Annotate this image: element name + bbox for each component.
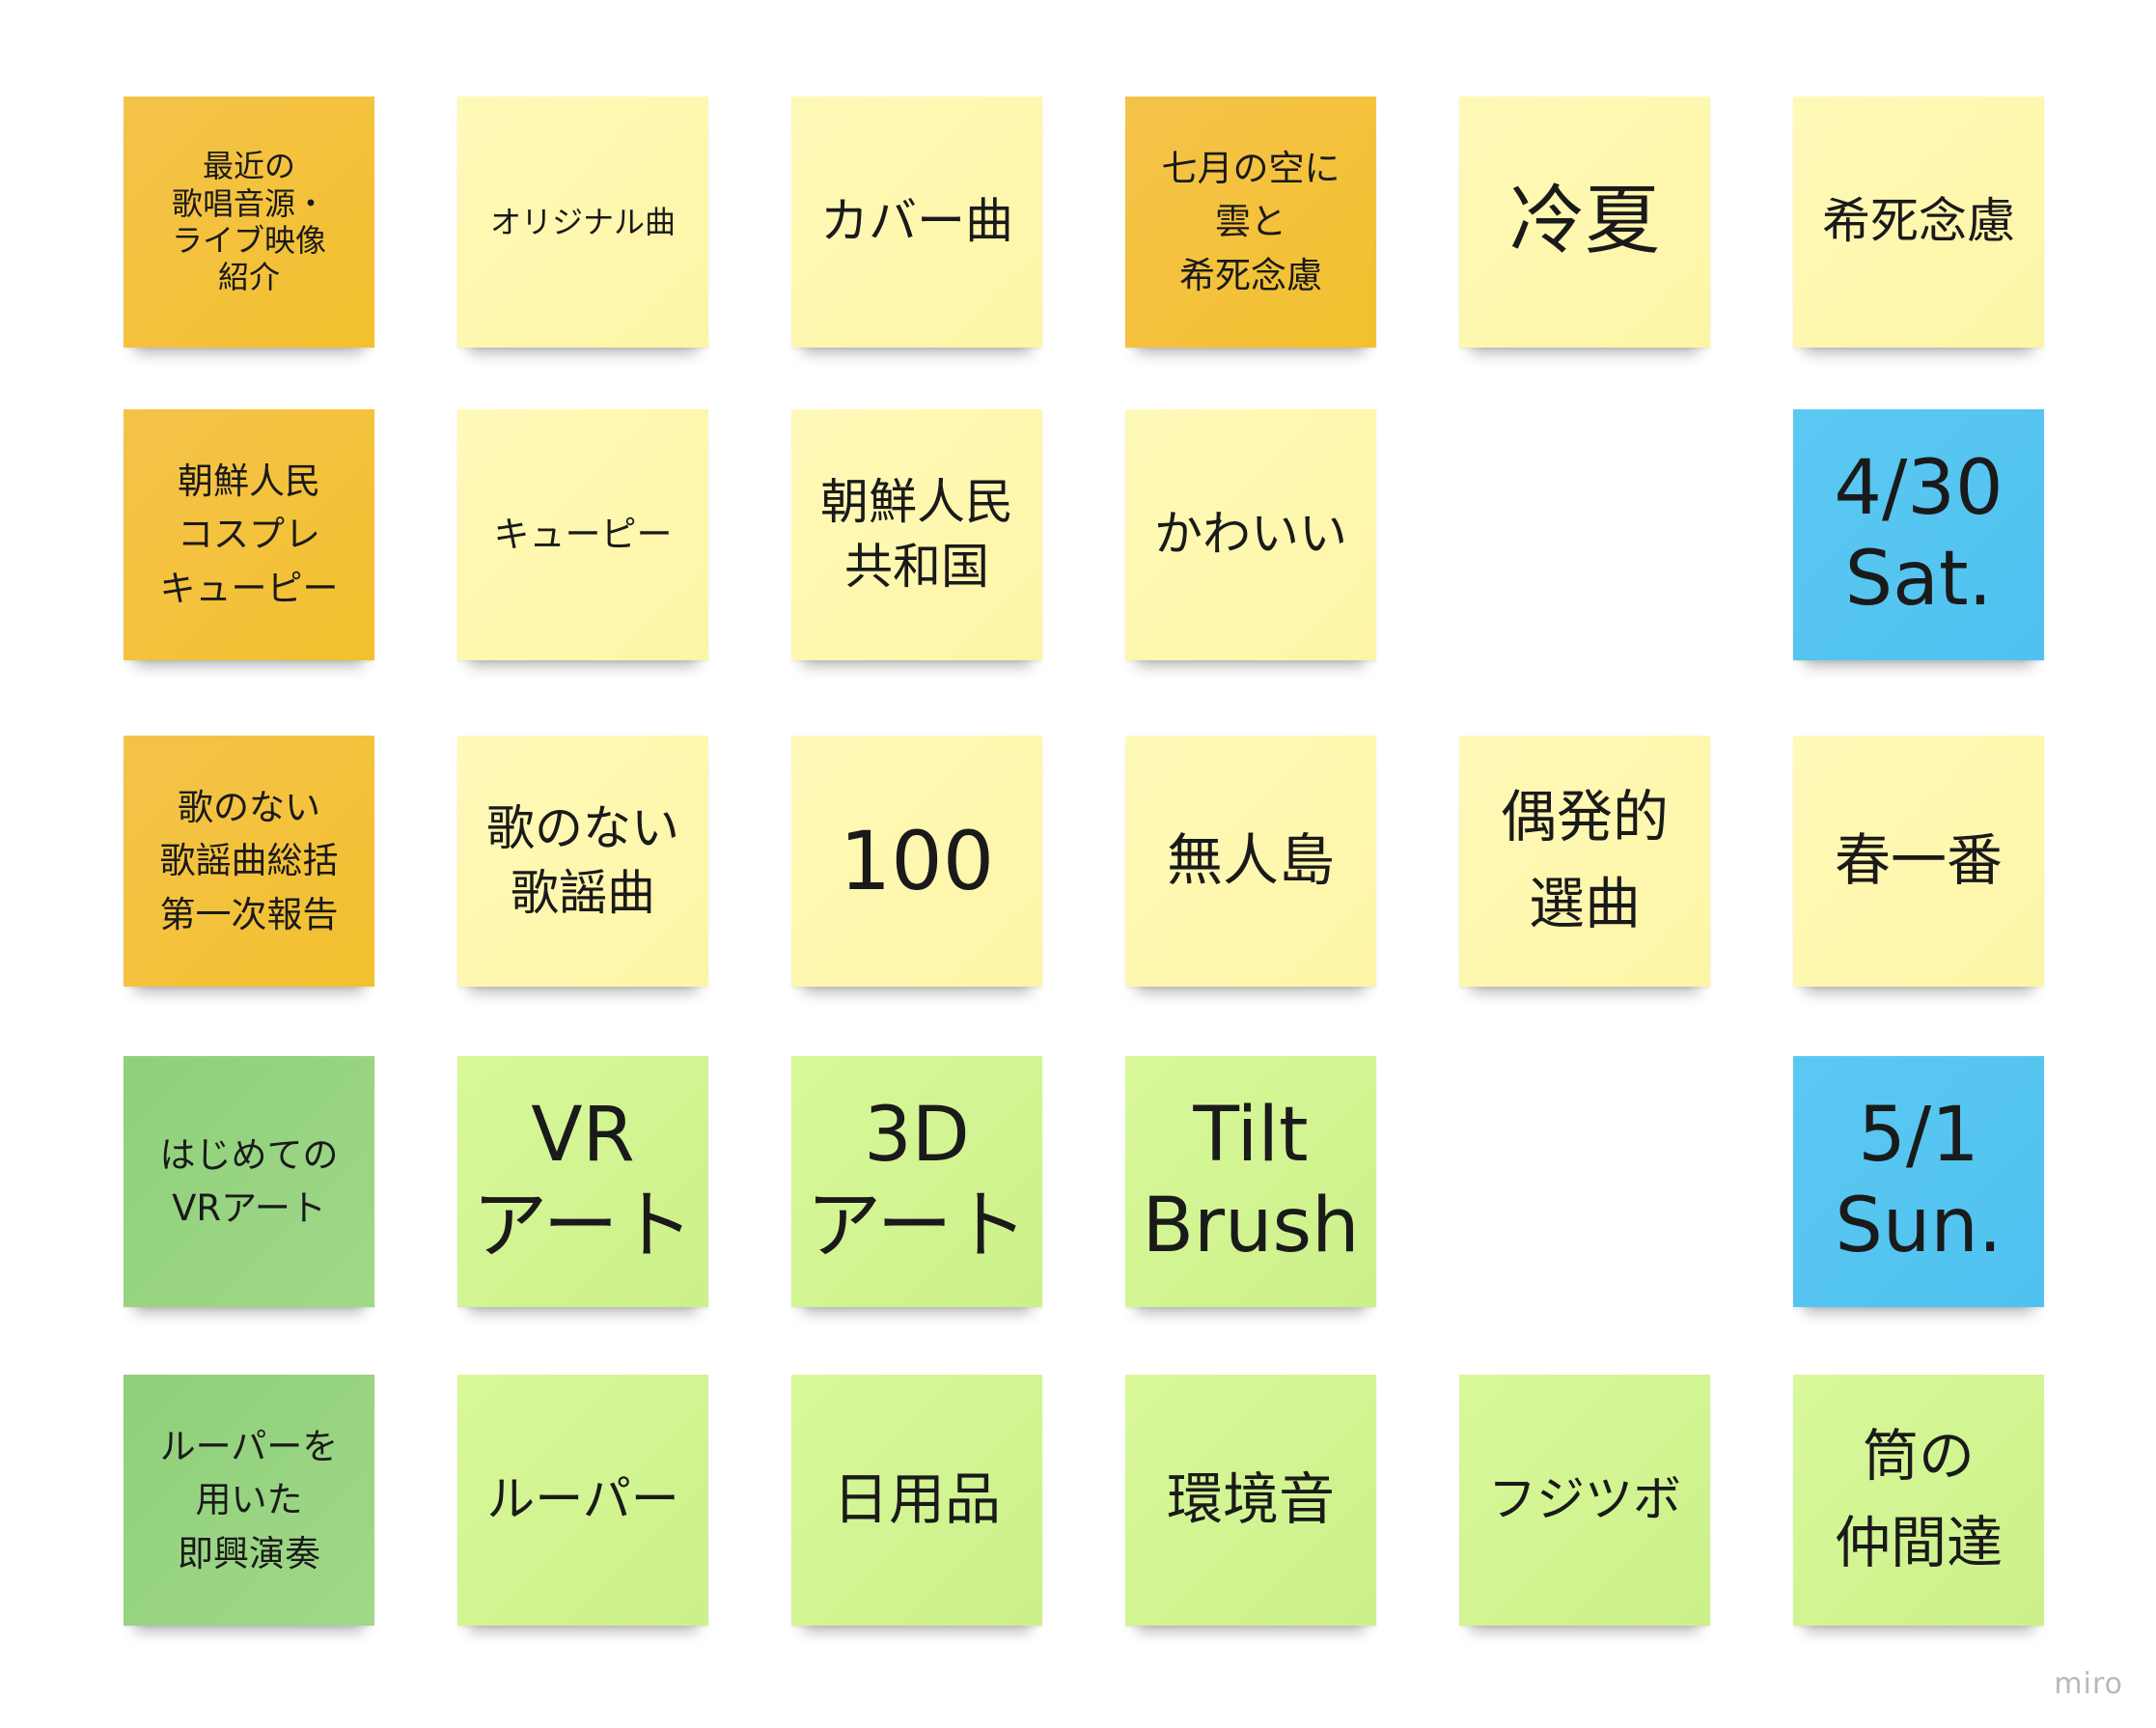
- sticky-note[interactable]: オリジナル曲: [457, 97, 708, 348]
- sticky-note-text: 日用品: [832, 1466, 1001, 1533]
- sticky-note[interactable]: 歌のない 歌謡曲総括 第一次報告: [124, 736, 374, 987]
- sticky-note-text: 5/1 Sun.: [1835, 1092, 2003, 1269]
- miro-logo: miro: [2054, 1667, 2123, 1701]
- sticky-note[interactable]: ルーパー: [457, 1375, 708, 1626]
- sticky-note-text: ルーパーを 用いた 即興演奏: [159, 1425, 339, 1575]
- sticky-note[interactable]: 3D アート: [791, 1056, 1042, 1307]
- sticky-note-board: 最近の 歌唱音源・ ライブ映像 紹介 オリジナル曲 カバー曲 七月の空に 雲と …: [0, 0, 2156, 1728]
- sticky-note[interactable]: 朝鮮人民 コスプレ キューピー: [124, 409, 374, 660]
- sticky-note-text: かわいい: [1154, 506, 1347, 563]
- sticky-note[interactable]: VR アート: [457, 1056, 708, 1307]
- sticky-note-text: 無人島: [1166, 827, 1335, 894]
- sticky-note[interactable]: 春一番: [1793, 736, 2044, 987]
- sticky-note[interactable]: 日用品: [791, 1375, 1042, 1626]
- sticky-note-text: キューピー: [493, 514, 673, 556]
- sticky-note[interactable]: キューピー: [457, 409, 708, 660]
- sticky-note-text: カバー曲: [820, 193, 1013, 250]
- sticky-note-text: はじめての VRアート: [159, 1133, 339, 1230]
- sticky-note-text: 歌のない 歌謡曲: [486, 799, 679, 922]
- sticky-note[interactable]: フジツボ: [1459, 1375, 1710, 1626]
- sticky-note-text: Tilt Brush: [1142, 1092, 1360, 1269]
- sticky-note-text: 100: [839, 813, 995, 908]
- sticky-note-text: 3D アート: [806, 1092, 1028, 1269]
- sticky-note-text: 冷夏: [1508, 178, 1660, 265]
- sticky-note-text: 春一番: [1834, 827, 2003, 894]
- sticky-note[interactable]: 七月の空に 雲と 希死念慮: [1125, 97, 1376, 348]
- sticky-note-text: 筒の 仲間達: [1834, 1423, 2003, 1575]
- sticky-note[interactable]: カバー曲: [791, 97, 1042, 348]
- sticky-note-text: VR アート: [472, 1092, 694, 1269]
- sticky-note-text: 朝鮮人民 共和国: [820, 473, 1013, 596]
- sticky-note-text: 最近の 歌唱音源・ ライブ映像 紹介: [171, 148, 326, 296]
- sticky-note[interactable]: かわいい: [1125, 409, 1376, 660]
- sticky-note[interactable]: 朝鮮人民 共和国: [791, 409, 1042, 660]
- sticky-note[interactable]: 最近の 歌唱音源・ ライブ映像 紹介: [124, 97, 374, 348]
- sticky-note[interactable]: ルーパーを 用いた 即興演奏: [124, 1375, 374, 1626]
- sticky-note[interactable]: 歌のない 歌謡曲: [457, 736, 708, 987]
- sticky-note-text: 偶発的 選曲: [1500, 784, 1669, 936]
- sticky-note-text: 希死念慮: [1822, 193, 2015, 250]
- sticky-note[interactable]: 100: [791, 736, 1042, 987]
- sticky-note[interactable]: 冷夏: [1459, 97, 1710, 348]
- sticky-note-text: オリジナル曲: [489, 203, 676, 240]
- sticky-note[interactable]: 筒の 仲間達: [1793, 1375, 2044, 1626]
- sticky-note[interactable]: Tilt Brush: [1125, 1056, 1376, 1307]
- sticky-note[interactable]: 無人島: [1125, 736, 1376, 987]
- sticky-note[interactable]: 5/1 Sun.: [1793, 1056, 2044, 1307]
- sticky-note-text: ルーパー: [486, 1471, 679, 1528]
- sticky-note-text: 環境音: [1166, 1466, 1335, 1533]
- sticky-note-text: 朝鮮人民 コスプレ キューピー: [159, 460, 339, 609]
- sticky-note-text: 歌のない 歌謡曲総括 第一次報告: [159, 786, 339, 935]
- sticky-note-text: 4/30 Sat.: [1834, 445, 2004, 623]
- sticky-note[interactable]: 4/30 Sat.: [1793, 409, 2044, 660]
- sticky-note[interactable]: 希死念慮: [1793, 97, 2044, 348]
- sticky-note[interactable]: 環境音: [1125, 1375, 1376, 1626]
- sticky-note-text: フジツボ: [1488, 1471, 1681, 1528]
- sticky-note[interactable]: 偶発的 選曲: [1459, 736, 1710, 987]
- sticky-note-text: 七月の空に 雲と 希死念慮: [1161, 147, 1341, 296]
- sticky-note[interactable]: はじめての VRアート: [124, 1056, 374, 1307]
